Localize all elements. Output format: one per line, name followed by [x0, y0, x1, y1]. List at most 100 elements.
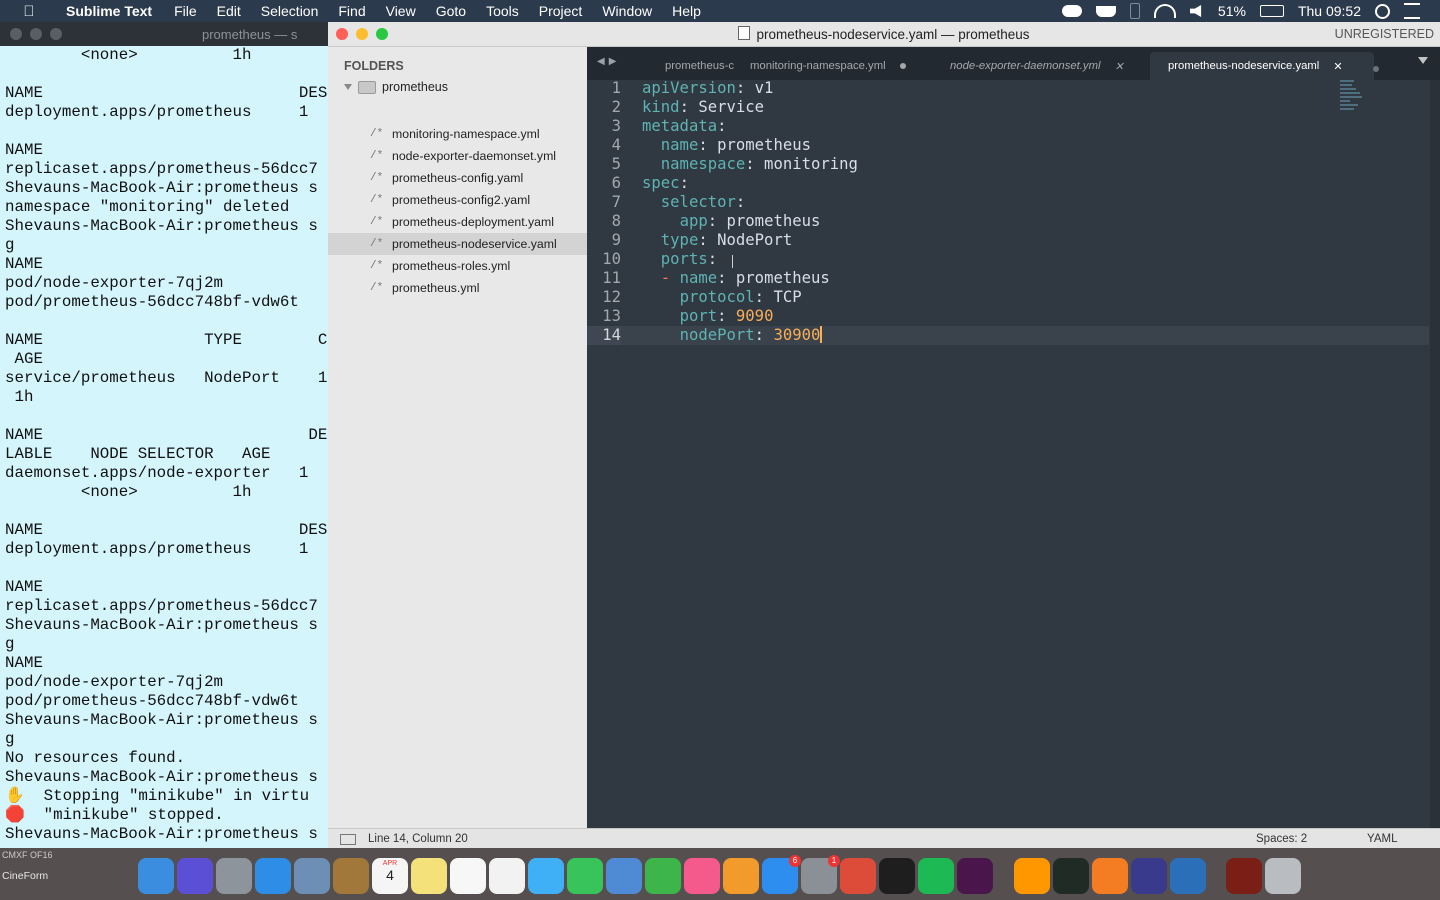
menu-find[interactable]: Find — [328, 3, 375, 19]
calendar-icon[interactable]: APR 4 — [372, 858, 408, 894]
tab-list-menu-icon[interactable] — [1418, 57, 1428, 64]
notification-center-icon[interactable] — [1404, 3, 1420, 19]
itunes-icon[interactable] — [684, 858, 720, 894]
tab-prometheus-nodeservice[interactable]: prometheus-nodeservice.yaml ✕ — [1150, 52, 1374, 80]
sublime-text-icon[interactable] — [1014, 858, 1050, 894]
panel-toggle-icon[interactable] — [340, 834, 356, 845]
code-line[interactable]: 10 ports: — [587, 250, 1429, 269]
terminal-title-bar[interactable]: prometheus — s — [0, 22, 330, 46]
minimap[interactable] — [1340, 80, 1370, 120]
cursor-position[interactable]: Line 14, Column 20 — [368, 833, 468, 845]
menu-tools[interactable]: Tools — [476, 3, 529, 19]
trash-icon[interactable] — [1265, 858, 1301, 894]
sidebar-file-item[interactable]: /* prometheus-deployment.yaml — [328, 211, 587, 233]
battery-percent[interactable]: 51% — [1218, 3, 1246, 19]
terminal-window[interactable]: prometheus — s <none> 1h NAME DESI deploym… — [0, 22, 330, 848]
code-line[interactable]: 8 app: prometheus — [587, 212, 1429, 231]
notebook-icon[interactable] — [333, 858, 369, 894]
volume-icon[interactable] — [1189, 5, 1202, 17]
slack-icon[interactable] — [957, 858, 993, 894]
code-line[interactable]: 13 port: 9090 — [587, 307, 1429, 326]
menu-window[interactable]: Window — [592, 3, 662, 19]
code-line[interactable]: 14 nodePort: 30900 — [587, 326, 1429, 345]
reminders-icon[interactable] — [450, 858, 486, 894]
clock[interactable]: Thu 09:52 — [1298, 3, 1361, 19]
chrome-icon[interactable] — [840, 858, 876, 894]
launchpad-icon[interactable] — [216, 858, 252, 894]
creative-cloud-icon[interactable] — [1061, 5, 1082, 17]
activity-monitor-icon[interactable] — [1053, 858, 1089, 894]
docker-icon[interactable] — [1095, 5, 1116, 17]
tab-scroll-arrows-icon[interactable]: ◀▶ — [597, 56, 620, 67]
wifi-icon[interactable] — [1153, 4, 1176, 18]
new-tab-dot-icon[interactable] — [1373, 66, 1379, 72]
messages-icon[interactable] — [528, 858, 564, 894]
tab-monitoring-namespace[interactable]: monitoring-namespace.yml — [750, 52, 920, 80]
numbers-icon[interactable] — [645, 858, 681, 894]
tab-close-icon[interactable]: ✕ — [1333, 60, 1342, 73]
terminal-minimize-button[interactable] — [30, 28, 42, 40]
apple-menu-icon[interactable]:  — [18, 3, 40, 20]
network-icon[interactable] — [1170, 858, 1206, 894]
keynote-icon[interactable] — [606, 858, 642, 894]
menu-file[interactable]: File — [164, 3, 207, 19]
preview-icon[interactable] — [294, 858, 330, 894]
cineform-label[interactable]: CineForm — [2, 870, 48, 882]
photos-icon[interactable] — [489, 858, 525, 894]
tab-node-exporter-daemonset[interactable]: node-exporter-daemonset.yml ✕ — [950, 52, 1140, 80]
sketch-pen-icon[interactable] — [1092, 858, 1128, 894]
indentation-setting[interactable]: Spaces: 2 — [1256, 833, 1307, 845]
bluetooth-icon[interactable] — [1129, 3, 1140, 19]
gpu-monitor-icon[interactable] — [1226, 858, 1262, 894]
code-line[interactable]: 12 protocol: TCP — [587, 288, 1429, 307]
terminal-icon[interactable] — [879, 858, 915, 894]
finder-icon[interactable] — [138, 858, 174, 894]
menu-project[interactable]: Project — [529, 3, 593, 19]
terminal-zoom-button[interactable] — [50, 28, 62, 40]
facetime-icon[interactable] — [567, 858, 603, 894]
menu-view[interactable]: View — [376, 3, 426, 19]
unsaved-dot-icon[interactable] — [899, 63, 906, 69]
safari-icon[interactable] — [255, 858, 291, 894]
spotify-icon[interactable] — [918, 858, 954, 894]
menu-app-name[interactable]: Sublime Text — [56, 3, 164, 19]
system-preferences-icon[interactable]: 1 — [801, 855, 840, 894]
motion-icon[interactable] — [1131, 858, 1167, 894]
tab-close-icon[interactable]: ✕ — [1115, 60, 1124, 73]
sublime-title-bar[interactable]: prometheus-nodeservice.yaml — prometheus… — [328, 22, 1440, 47]
code-line[interactable]: 1 apiVersion: v1 — [587, 79, 1429, 98]
project-folder[interactable]: prometheus — [344, 80, 448, 94]
notes-icon[interactable] — [411, 858, 447, 894]
code-line[interactable]: 9 type: NodePort — [587, 231, 1429, 250]
terminal-close-button[interactable] — [10, 28, 22, 40]
sidebar-file-item[interactable]: /* monitoring-namespace.yml — [328, 123, 587, 145]
tab-prometheus-config[interactable]: prometheus-c — [665, 52, 737, 80]
sidebar-file-item[interactable]: /* prometheus-roles.yml — [328, 255, 587, 277]
sidebar-file-item[interactable]: /* prometheus-nodeservice.yaml — [328, 233, 587, 255]
menu-selection[interactable]: Selection — [251, 3, 329, 19]
menu-goto[interactable]: Goto — [426, 3, 476, 19]
code-line[interactable]: 2 kind: Service — [587, 98, 1429, 117]
app-store-icon[interactable]: 6 — [762, 855, 801, 894]
code-editor[interactable]: 1 apiVersion: v1 2 kind: Service 3 metadata: 4… — [587, 79, 1440, 829]
code-line[interactable]: 5 namespace: monitoring — [587, 155, 1429, 174]
code-line[interactable]: 11 - name: prometheus — [587, 269, 1429, 288]
menu-edit[interactable]: Edit — [207, 3, 251, 19]
sidebar-file-item[interactable]: /* node-exporter-daemonset.yml — [328, 145, 587, 167]
sidebar-file-item[interactable]: /* prometheus-config2.yaml — [328, 189, 587, 211]
books-icon[interactable] — [723, 858, 759, 894]
sidebar-file-item[interactable]: /* prometheus.yml — [328, 277, 587, 299]
menu-help[interactable]: Help — [662, 3, 711, 19]
code-line[interactable]: 7 selector: — [587, 193, 1429, 212]
terminal-output[interactable]: <none> 1h NAME DESI deployment.apps/promet… — [0, 46, 330, 844]
sidebar-file-item[interactable]: /* prometheus-config.yaml — [328, 167, 587, 189]
code-line[interactable]: 3 metadata: — [587, 117, 1429, 136]
syntax-selector[interactable]: YAML — [1367, 833, 1397, 845]
code-line[interactable]: 4 name: prometheus — [587, 136, 1429, 155]
disclosure-triangle-icon[interactable] — [344, 84, 352, 90]
code-line[interactable]: 6 spec: — [587, 174, 1429, 193]
siri-icon[interactable] — [177, 858, 213, 894]
vertical-scrollbar[interactable] — [1430, 80, 1440, 829]
battery-icon[interactable] — [1259, 5, 1284, 17]
spotlight-search-icon[interactable] — [1375, 3, 1390, 19]
